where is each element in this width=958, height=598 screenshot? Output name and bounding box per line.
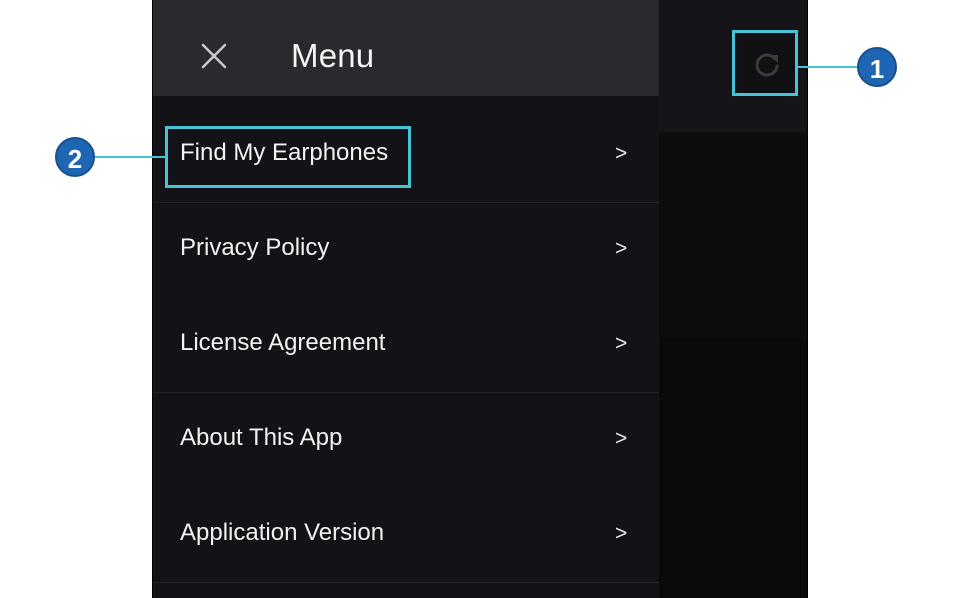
menu-item-label: Privacy Policy (180, 234, 330, 261)
menu-item-license-agreement[interactable]: License Agreement > (153, 298, 659, 393)
callout-badge-1: 1 (857, 47, 897, 87)
menu-item-about-this-app[interactable]: About This App > (153, 393, 659, 488)
menu-item-find-my-earphones[interactable]: Find My Earphones > (153, 108, 659, 203)
menu-list: Find My Earphones > Privacy Policy > Lic… (153, 108, 659, 583)
background-panel-bottom (659, 337, 807, 598)
callout-line-1 (798, 66, 858, 68)
close-icon (201, 43, 227, 69)
menu-item-label: Find My Earphones (180, 139, 389, 166)
background-panel-middle (659, 132, 807, 337)
menu-item-label: About This App (180, 424, 343, 451)
callout-line-2 (94, 156, 165, 158)
chevron-right-icon: > (615, 332, 628, 355)
callout-badge-2: 2 (55, 137, 95, 177)
menu-drawer: Menu Find My Earphones > Privacy Policy … (153, 0, 659, 598)
menu-item-label: License Agreement (180, 329, 386, 356)
chevron-right-icon: > (615, 522, 628, 545)
close-button[interactable] (199, 41, 229, 71)
refresh-icon (755, 53, 779, 77)
menu-title: Menu (291, 37, 375, 74)
menu-item-privacy-policy[interactable]: Privacy Policy > (153, 203, 659, 298)
chevron-right-icon: > (615, 237, 628, 260)
chevron-right-icon: > (615, 142, 628, 165)
chevron-right-icon: > (615, 427, 628, 450)
menu-item-label: Application Version (180, 519, 385, 546)
app-screen: Menu Find My Earphones > Privacy Policy … (152, 0, 808, 598)
refresh-button[interactable] (732, 30, 798, 96)
menu-item-application-version[interactable]: Application Version > (153, 488, 659, 583)
menu-header: Menu (153, 0, 659, 96)
